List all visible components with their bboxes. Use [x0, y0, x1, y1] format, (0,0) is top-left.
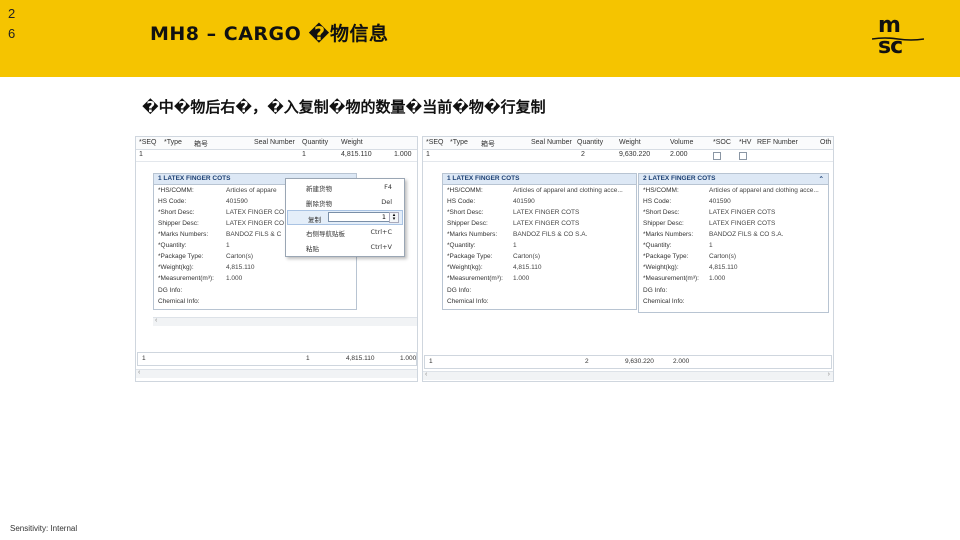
left-grid-row[interactable]: 1 1 4,815.110 1.000 — [136, 150, 417, 162]
page-number: 2 6 — [8, 6, 16, 41]
left-hscroll[interactable]: ‹ — [153, 317, 417, 326]
left-screenshot: *SEQ *Type 箱号 Seal Number Quantity Weigh… — [135, 136, 418, 382]
left-footer-row: 1 1 4,815.110 1.000 — [137, 352, 417, 366]
slide-title: MH8 – CARGO �物信息 — [150, 23, 389, 45]
sensitivity-label: Sensitivity: Internal — [10, 524, 78, 533]
msc-logo: m sc — [872, 12, 924, 66]
col-quantity[interactable]: Quantity — [302, 139, 328, 146]
right-screenshot: *SEQ *Type 箱号 Seal Number Quantity Weigh… — [422, 136, 834, 382]
collapse-icon[interactable]: ⌃ — [819, 175, 824, 183]
col-seq[interactable]: *SEQ — [139, 139, 157, 146]
menu-item-new-cargo[interactable]: 新建货物 F4 — [286, 180, 404, 193]
left-bottom-scroll[interactable]: ‹ — [136, 369, 417, 378]
panel-title-bar[interactable]: 2 LATEX FINGER COTS ⌃ — [639, 174, 828, 185]
col-seal[interactable]: Seal Number — [254, 139, 295, 146]
col-other[interactable]: Oth — [820, 139, 831, 146]
col-ref[interactable]: REF Number — [757, 139, 798, 146]
col-type[interactable]: *Type — [164, 139, 182, 146]
right-grid-header: *SEQ *Type 箱号 Seal Number Quantity Weigh… — [423, 137, 833, 150]
col-seal[interactable]: Seal Number — [531, 139, 572, 146]
left-grid-header: *SEQ *Type 箱号 Seal Number Quantity Weigh… — [136, 137, 417, 150]
menu-item-paste[interactable]: 粘贴 Ctrl+V — [286, 240, 404, 253]
row-quantity: 1 — [302, 151, 306, 158]
col-quantity[interactable]: Quantity — [577, 139, 603, 146]
menu-item-copy-clipboard[interactable]: 右侧导航贴板 Ctrl+C — [286, 225, 404, 238]
right-bottom-scroll[interactable]: ‹ › — [423, 371, 833, 380]
panel-title: 1 LATEX FINGER COTS — [158, 175, 231, 182]
copy-quantity-input[interactable]: 1 ▴ ▾ — [328, 212, 399, 223]
col-container[interactable]: 箱号 — [481, 139, 495, 149]
panel-title-bar[interactable]: 1 LATEX FINGER COTS — [443, 174, 636, 185]
col-container[interactable]: 箱号 — [194, 139, 208, 149]
col-weight[interactable]: Weight — [341, 139, 363, 146]
logo-line-2: sc — [878, 34, 903, 59]
col-seq[interactable]: *SEQ — [426, 139, 444, 146]
quantity-spinner-icon[interactable]: ▴ ▾ — [389, 212, 399, 223]
row-seq: 1 — [139, 151, 143, 158]
header-bar — [0, 0, 960, 77]
col-weight[interactable]: Weight — [619, 139, 641, 146]
menu-item-copy[interactable]: 复制 1 ▴ ▾ — [287, 210, 403, 225]
col-volume[interactable]: Volume — [670, 139, 693, 146]
right-cargo-panel-2: 2 LATEX FINGER COTS ⌃ *HS/COMM: Articles o… — [638, 173, 829, 313]
row-extra: 1.000 — [394, 151, 412, 158]
context-menu: 新建货物 F4 删除货物 Del 复制 1 ▴ ▾ 右侧导航贴板 Ctrl+C 粘贴 Ct… — [285, 178, 405, 257]
right-cargo-panel-1: 1 LATEX FINGER COTS *HS/COMM: Articles of… — [442, 173, 637, 310]
col-hv[interactable]: *HV — [739, 139, 751, 146]
slide-subtitle: �中�物后右�，�入复制�物的数量�当前�物�行复制 — [142, 98, 546, 116]
menu-item-delete-cargo[interactable]: 删除货物 Del — [286, 195, 404, 208]
row-weight: 4,815.110 — [341, 151, 372, 158]
right-footer-row: 1 2 9,630.220 2.000 — [424, 355, 832, 369]
col-type[interactable]: *Type — [450, 139, 468, 146]
right-grid-row[interactable]: 1 2 9,630.220 2.000 — [423, 150, 833, 162]
col-soc[interactable]: *SOC — [713, 139, 731, 146]
